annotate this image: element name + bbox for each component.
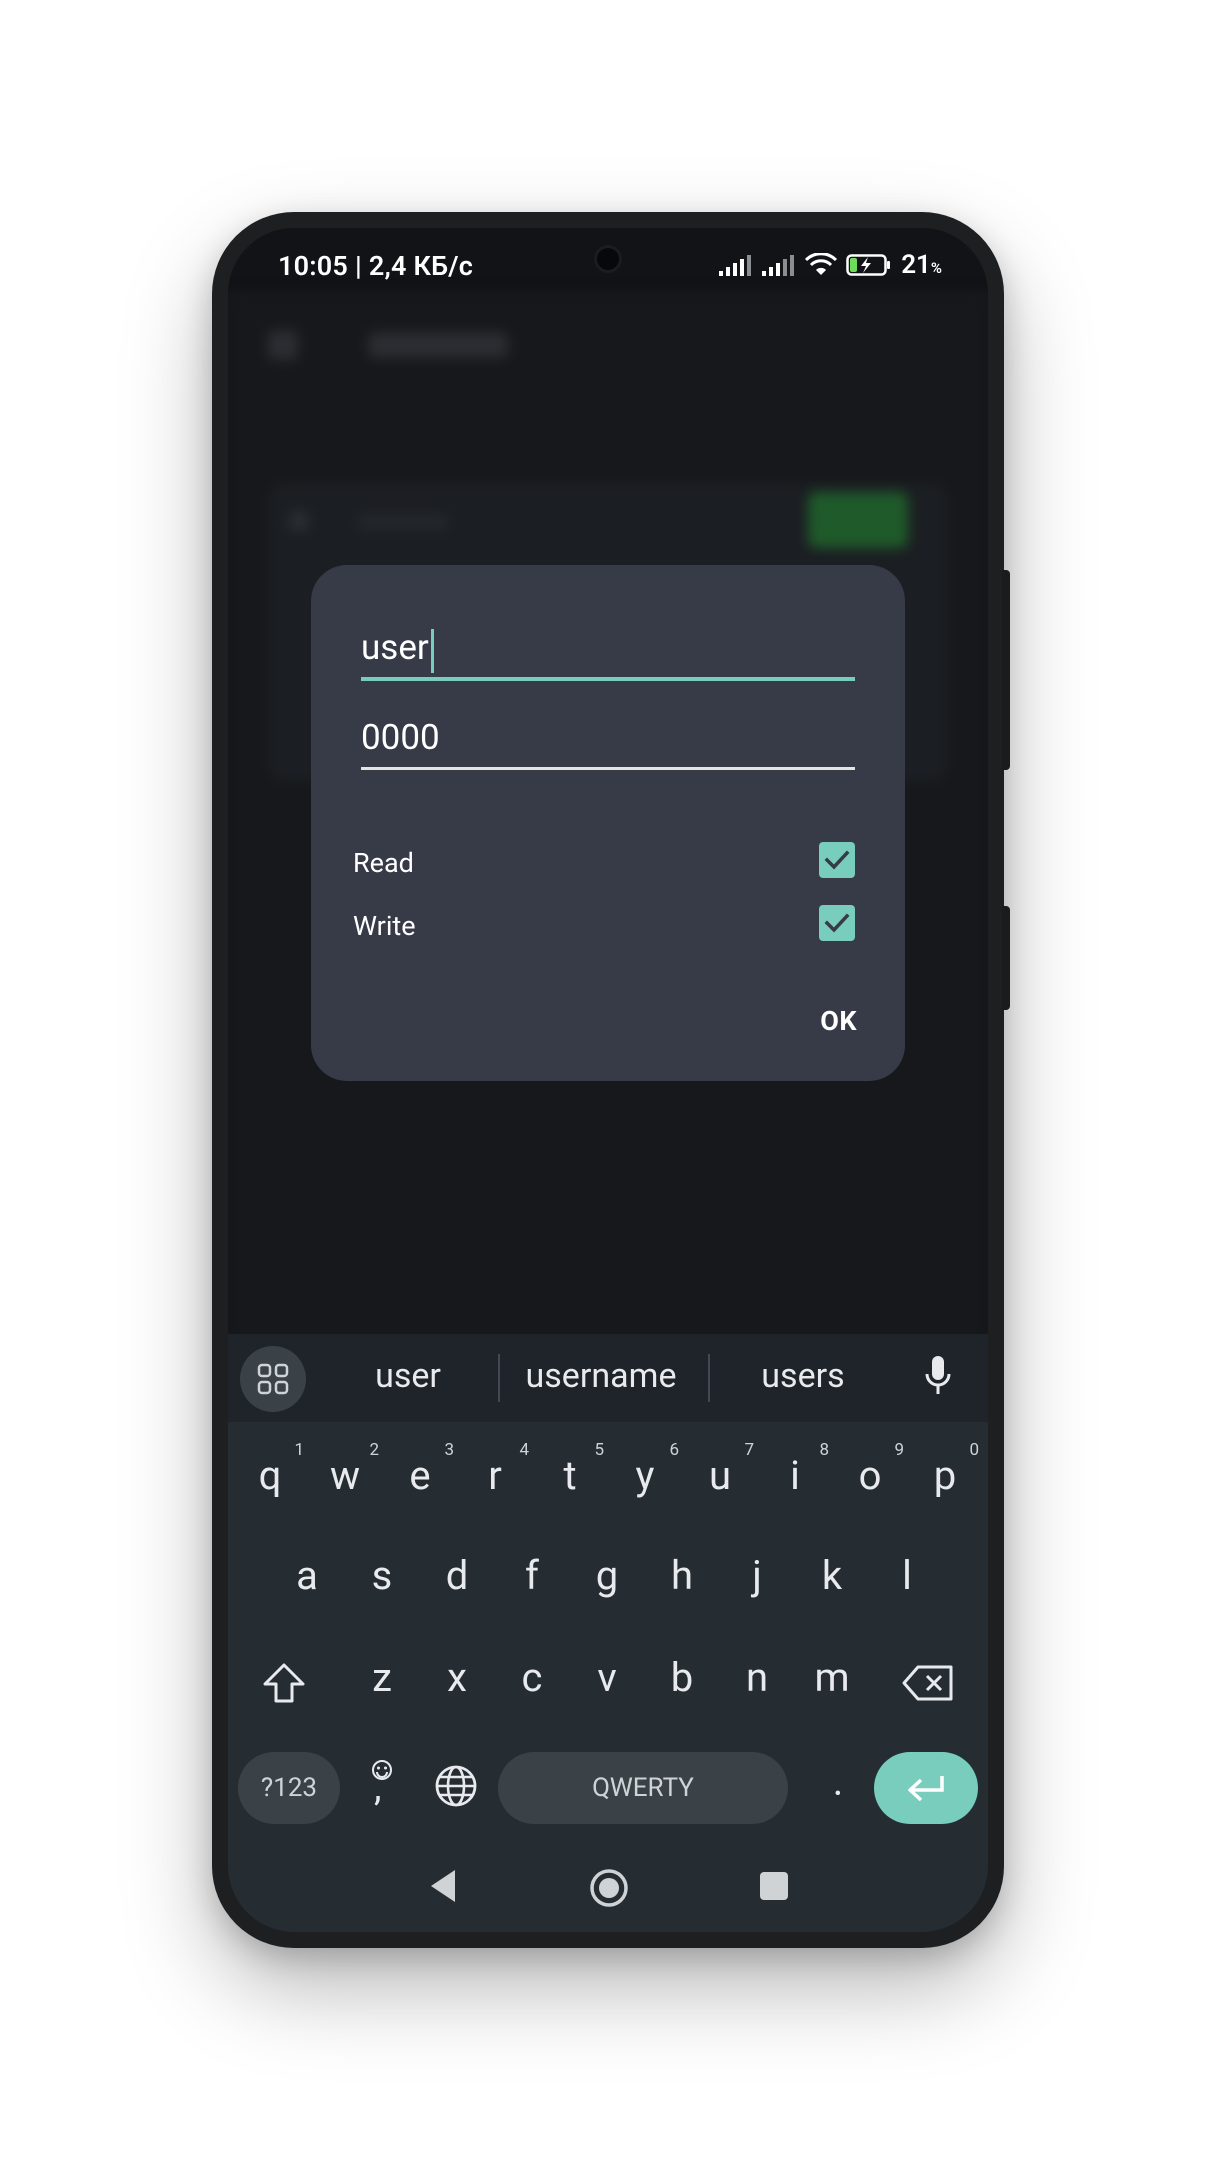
key-f[interactable]: f (496, 1552, 568, 1599)
key-u[interactable]: u7 (684, 1440, 756, 1499)
username-input[interactable] (361, 625, 855, 669)
navigation-bar (228, 1834, 988, 1932)
back-arrow-icon (268, 330, 298, 360)
key-n[interactable]: n (721, 1654, 793, 1701)
key-j[interactable]: j (721, 1552, 793, 1599)
mic-icon (925, 1356, 951, 1394)
key-g[interactable]: g (571, 1552, 643, 1599)
battery-percent: 21% (901, 250, 942, 280)
suggestion-3[interactable]: users (710, 1356, 896, 1396)
volume-button (1002, 570, 1010, 770)
enter-key[interactable] (874, 1752, 978, 1824)
username-underline (361, 677, 855, 681)
emoji-comma-key[interactable]: , (346, 1752, 418, 1824)
key-o[interactable]: o9 (834, 1440, 906, 1499)
soft-keyboard: user username users q1 w2 e3 r4 t5 y 6 u… (228, 1334, 988, 1932)
key-m[interactable]: m (796, 1654, 868, 1701)
key-h[interactable]: h (646, 1552, 718, 1599)
signal-icon-2 (762, 255, 795, 276)
password-field[interactable] (361, 715, 855, 770)
user-icon (288, 510, 310, 532)
apps-grid-icon (257, 1363, 289, 1395)
key-i[interactable]: i8 (759, 1440, 831, 1499)
app-title-placeholder (368, 332, 508, 358)
read-checkbox[interactable] (819, 842, 855, 878)
key-v[interactable]: v (571, 1654, 643, 1701)
status-chip (808, 492, 908, 548)
battery-charging-icon (846, 254, 891, 276)
key-d[interactable]: d (421, 1552, 493, 1599)
comma-label: , (374, 1766, 382, 1810)
space-key[interactable]: QWERTY (498, 1752, 788, 1824)
wifi-icon (805, 253, 838, 275)
backspace-icon (902, 1665, 953, 1701)
key-b[interactable]: b (646, 1654, 718, 1701)
ok-button[interactable]: OK (820, 1005, 857, 1037)
home-button[interactable] (589, 1868, 629, 1912)
key-w[interactable]: w2 (309, 1440, 381, 1499)
back-button[interactable] (428, 1868, 458, 1908)
suggestion-1[interactable]: user (328, 1356, 488, 1396)
period-key[interactable]: . (802, 1758, 874, 1805)
key-t[interactable]: t5 (534, 1440, 606, 1499)
suggestion-2[interactable]: username (504, 1356, 698, 1396)
globe-icon (435, 1765, 477, 1807)
check-icon (824, 850, 850, 870)
suggestion-strip: user username users (228, 1334, 988, 1422)
write-checkbox[interactable] (819, 905, 855, 941)
text-cursor (431, 629, 434, 673)
suggestion-divider (498, 1354, 500, 1402)
status-bar: 10:05 | 2,4 КБ/с 21% (228, 228, 988, 292)
backspace-key[interactable] (892, 1664, 964, 1712)
user-name-placeholder (358, 514, 448, 530)
key-y[interactable]: y6 (609, 1440, 681, 1499)
apps-grid-button[interactable] (240, 1346, 306, 1412)
mic-button[interactable] (924, 1354, 952, 1402)
key-z[interactable]: z (346, 1654, 418, 1701)
check-icon (824, 913, 850, 933)
key-p[interactable]: p0 (909, 1440, 981, 1499)
back-icon (431, 1870, 455, 1902)
screen: 10:05 | 2,4 КБ/с 21% user 0000 Read Writ… (228, 228, 988, 1932)
write-label: Write (353, 910, 416, 942)
key-r[interactable]: r4 (459, 1440, 531, 1499)
shift-icon (263, 1663, 305, 1703)
user-dialog: Read Write OK (311, 565, 905, 1081)
password-underline (361, 767, 855, 770)
key-a[interactable]: a (271, 1552, 343, 1599)
key-l[interactable]: l (871, 1552, 943, 1599)
key-x[interactable]: x (421, 1654, 493, 1701)
key-k[interactable]: k (796, 1552, 868, 1599)
key-c[interactable]: c (496, 1654, 568, 1701)
password-input[interactable] (361, 715, 855, 759)
read-label: Read (353, 847, 414, 879)
enter-icon (908, 1776, 944, 1802)
phone-frame: 10:05 | 2,4 КБ/с 21% user 0000 Read Writ… (212, 212, 1010, 1948)
front-camera (597, 248, 619, 270)
key-s[interactable]: s (346, 1552, 418, 1599)
signal-icon (719, 255, 752, 276)
status-icons: 21% (719, 250, 942, 280)
recents-button[interactable] (760, 1872, 788, 1900)
shift-key[interactable] (248, 1662, 320, 1714)
username-field[interactable] (361, 625, 855, 681)
power-button (1002, 906, 1010, 1010)
read-permission-row[interactable]: Read (353, 842, 855, 883)
symbols-key[interactable]: ?123 (238, 1752, 340, 1824)
key-q[interactable]: q1 (234, 1440, 306, 1499)
key-e[interactable]: e3 (384, 1440, 456, 1499)
home-icon (590, 1869, 628, 1907)
write-permission-row[interactable]: Write (353, 905, 855, 946)
language-key[interactable] (420, 1764, 492, 1818)
status-time: 10:05 | 2,4 КБ/с (278, 250, 474, 282)
